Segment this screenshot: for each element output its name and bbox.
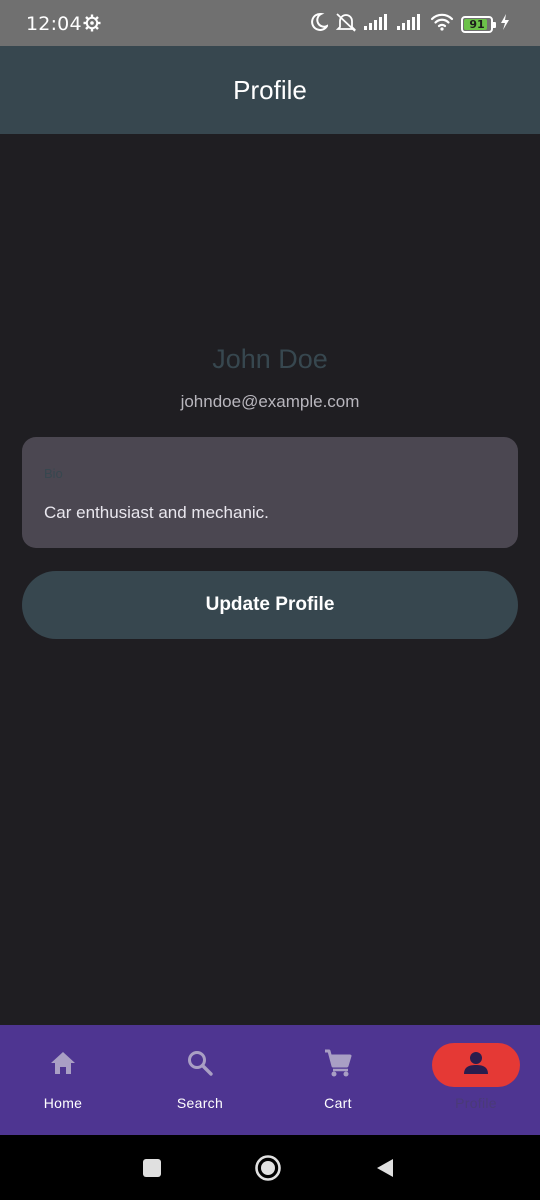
status-bar: 12:04 91: [0, 0, 540, 46]
cart-icon: [323, 1048, 353, 1082]
nav-label-search: Search: [176, 1095, 224, 1111]
settings-gear-icon: [83, 14, 101, 32]
home-icon: [49, 1050, 77, 1080]
recents-square-icon[interactable]: [132, 1135, 172, 1200]
mute-icon: [335, 12, 357, 36]
battery-icon: 91: [461, 15, 496, 33]
profile-email: johndoe@example.com: [180, 392, 360, 411]
bottom-navigation: Home Search Cart Profile: [0, 1025, 540, 1135]
charging-icon: [500, 14, 510, 34]
status-time: 12:04: [26, 13, 82, 35]
moon-icon: [310, 12, 330, 36]
nav-label-profile: Profile: [455, 1095, 497, 1111]
nav-icon-container: [19, 1043, 107, 1087]
person-icon: [463, 1050, 489, 1080]
nav-active-indicator: [432, 1043, 520, 1087]
update-profile-button[interactable]: Update Profile: [22, 571, 518, 639]
page-title: Profile: [233, 74, 307, 105]
bio-value[interactable]: Car enthusiast and mechanic.: [44, 503, 269, 523]
profile-name: John Doe: [212, 344, 328, 374]
nav-icon-container: [294, 1043, 382, 1087]
app-bar: Profile: [0, 46, 540, 134]
bio-field[interactable]: Bio Car enthusiast and mechanic.: [22, 437, 518, 548]
nav-label-home: Home: [43, 1095, 83, 1111]
status-icons: 91: [310, 12, 510, 36]
home-circle-icon[interactable]: [248, 1135, 288, 1200]
search-icon: [186, 1049, 214, 1081]
wifi-icon: [430, 13, 454, 35]
signal-icon: [364, 14, 390, 34]
signal-icon: [397, 14, 423, 34]
nav-item-search[interactable]: Search: [156, 1025, 244, 1135]
system-navigation-bar: [0, 1135, 540, 1200]
battery-level: 91: [469, 17, 485, 31]
back-triangle-icon[interactable]: [365, 1135, 405, 1200]
nav-item-cart[interactable]: Cart: [294, 1025, 382, 1135]
nav-item-profile[interactable]: Profile: [432, 1025, 520, 1135]
nav-item-home[interactable]: Home: [19, 1025, 107, 1135]
bio-label: Bio: [44, 466, 63, 481]
nav-label-cart: Cart: [324, 1095, 352, 1111]
nav-icon-container: [156, 1043, 244, 1087]
